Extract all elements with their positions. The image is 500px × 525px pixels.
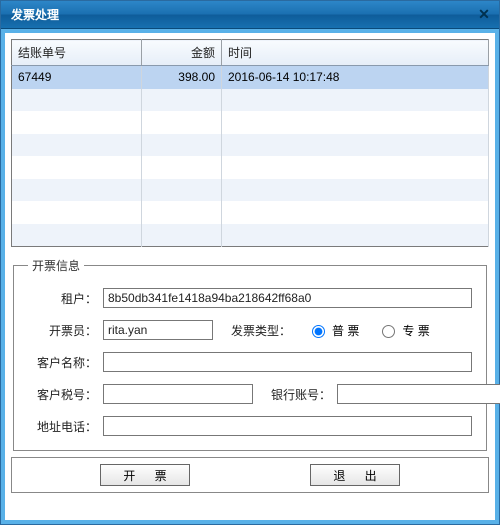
cell-amount: 398.00 [142, 66, 222, 89]
table-row[interactable] [12, 134, 489, 157]
cashier-label: 开票员： [28, 322, 103, 339]
bank-acct-field[interactable] [337, 384, 500, 404]
cell-time: 2016-06-14 10:17:48 [222, 66, 489, 89]
button-bar: 开 票 退 出 [11, 457, 489, 493]
cell-time [222, 134, 489, 157]
cell-bill-no [12, 134, 142, 157]
invoice-info-fieldset: 开票信息 租户： 开票员： 发票类型： 普 票 专 票 客户名称： 客户税号： [13, 257, 487, 451]
invoice-type-group: 普 票专 票 [297, 322, 430, 339]
cell-bill-no [12, 201, 142, 224]
cell-amount [142, 179, 222, 202]
close-icon[interactable]: ✕ [475, 5, 493, 23]
invoice-type-option-special[interactable]: 专 票 [377, 322, 429, 339]
cell-time [222, 224, 489, 247]
bill-table[interactable]: 结账单号 金额 时间 67449398.002016-06-14 10:17:4… [11, 39, 489, 247]
table-row[interactable] [12, 224, 489, 247]
customer-name-label: 客户名称： [28, 354, 103, 371]
table-row[interactable] [12, 156, 489, 179]
table-row[interactable] [12, 179, 489, 202]
invoice-info-legend: 开票信息 [28, 257, 84, 274]
invoice-type-radio-special[interactable] [382, 325, 395, 338]
issue-button[interactable]: 开 票 [100, 464, 190, 486]
cell-amount [142, 201, 222, 224]
cell-bill-no [12, 156, 142, 179]
invoice-type-radio-label: 普 票 [332, 322, 359, 339]
invoice-type-label: 发票类型： [213, 322, 297, 339]
cell-time [222, 156, 489, 179]
cell-amount [142, 134, 222, 157]
table-row[interactable] [12, 111, 489, 134]
addr-phone-label: 地址电话： [28, 418, 103, 435]
tenant-label: 租户： [28, 290, 103, 307]
cell-time [222, 111, 489, 134]
table-row[interactable] [12, 89, 489, 112]
invoice-type-radio-label: 专 票 [402, 322, 429, 339]
col-bill-no[interactable]: 结账单号 [12, 40, 142, 66]
cell-bill-no: 67449 [12, 66, 142, 89]
invoice-window: 发票处理 ✕ 结账单号 金额 时间 67449398.002016-06-14 … [0, 0, 500, 525]
table-row[interactable] [12, 201, 489, 224]
customer-name-field[interactable] [103, 352, 472, 372]
table-row[interactable]: 67449398.002016-06-14 10:17:48 [12, 66, 489, 89]
cell-bill-no [12, 224, 142, 247]
col-amount[interactable]: 金额 [142, 40, 222, 66]
window-title: 发票处理 [11, 8, 59, 22]
cell-time [222, 89, 489, 112]
cell-bill-no [12, 89, 142, 112]
cell-time [222, 201, 489, 224]
addr-phone-field[interactable] [103, 416, 472, 436]
table-header-row: 结账单号 金额 时间 [12, 40, 489, 66]
tenant-field[interactable] [103, 288, 472, 308]
cell-time [222, 179, 489, 202]
cell-amount [142, 111, 222, 134]
cell-bill-no [12, 179, 142, 202]
cell-amount [142, 224, 222, 247]
cell-amount [142, 89, 222, 112]
exit-button[interactable]: 退 出 [310, 464, 400, 486]
content-area: 结账单号 金额 时间 67449398.002016-06-14 10:17:4… [5, 33, 495, 499]
window-frame: 结账单号 金额 时间 67449398.002016-06-14 10:17:4… [1, 29, 499, 524]
bank-acct-label: 银行账号： [253, 386, 337, 403]
customer-tax-field[interactable] [103, 384, 253, 404]
titlebar[interactable]: 发票处理 ✕ [1, 1, 499, 29]
cell-bill-no [12, 111, 142, 134]
col-time[interactable]: 时间 [222, 40, 489, 66]
cashier-field[interactable] [103, 320, 213, 340]
invoice-type-radio-normal[interactable] [312, 325, 325, 338]
customer-tax-label: 客户税号： [28, 386, 103, 403]
cell-amount [142, 156, 222, 179]
invoice-type-option-normal[interactable]: 普 票 [307, 322, 359, 339]
